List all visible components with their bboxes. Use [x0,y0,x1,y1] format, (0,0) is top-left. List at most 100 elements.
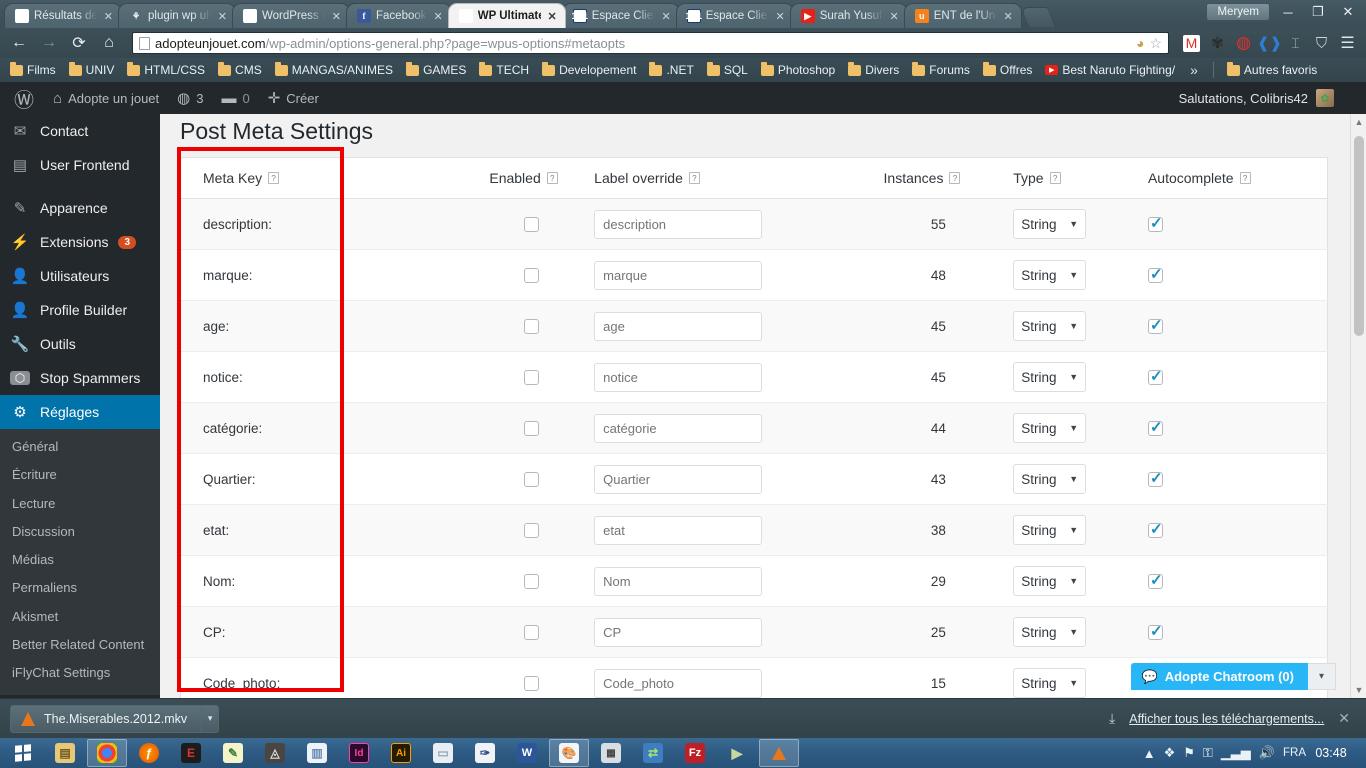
scrollbar-thumb[interactable] [1354,136,1364,336]
show-hidden-icons-icon[interactable]: ▲ [1143,746,1156,761]
gmail-icon[interactable]: M [1183,34,1200,52]
gear-icon[interactable]: ✾ [1209,35,1226,52]
help-icon[interactable]: ? [268,172,280,184]
sidebar-item-reglages[interactable]: ⚙ Réglages [0,395,160,429]
flag-icon[interactable]: ⚑ [1183,745,1195,761]
taskbar-item-assassins-creed[interactable]: ◬ [255,739,295,767]
sidebar-subitem-lecture[interactable]: Lecture [0,490,160,518]
type-select[interactable]: String ▼ [1013,668,1087,698]
close-icon[interactable]: ✕ [102,10,115,23]
close-icon[interactable]: ✕ [888,10,901,23]
taskbar-item-calculator[interactable]: ▦ [591,739,631,767]
download-name-button[interactable]: The.Miserables.2012.mkv [11,706,201,732]
label-override-input[interactable] [594,515,763,545]
bookmark-item[interactable]: .NET [643,61,699,79]
browser-tab[interactable]: Ⓦ WordPress › S ✕ [232,3,350,28]
close-icon[interactable]: ✕ [660,10,673,23]
browser-tab[interactable]: 1&1 Espace Client ✕ [561,3,680,28]
chat-collapse-button[interactable]: ▾ [1308,663,1336,690]
label-override-input[interactable] [594,260,763,290]
close-icon[interactable]: ✕ [1002,10,1015,23]
close-icon[interactable]: ✕ [432,10,445,23]
help-icon[interactable]: ? [688,172,700,184]
cursor-icon[interactable]: ⌶ [1287,35,1304,52]
label-override-input[interactable] [594,566,763,596]
bookmark-item[interactable]: ▶ Best Naruto Fighting/ [1039,61,1181,79]
shield-icon[interactable]: ⛉ [1313,35,1330,52]
bookmark-item[interactable]: MANGAS/ANIMES [269,61,399,79]
close-icon[interactable]: ✕ [546,10,559,23]
autocomplete-checkbox[interactable] [1147,571,1163,589]
sidebar-item-user-frontend[interactable]: ▤ User Frontend [0,148,160,182]
bookmark-item[interactable]: Developement [536,61,642,79]
sidebar-subitem-ecriture[interactable]: Écriture [0,461,160,489]
download-item[interactable]: The.Miserables.2012.mkv ▾ [10,704,220,733]
help-icon[interactable]: ? [1239,172,1251,184]
taskbar-item-vlc[interactable] [759,739,799,767]
close-icon[interactable]: ✕ [330,10,343,23]
network-error-icon[interactable]: ⚿ [1203,745,1213,761]
label-override-input[interactable] [594,617,763,647]
other-bookmarks-item[interactable]: Autres favoris [1221,61,1323,79]
enabled-checkbox[interactable] [524,216,540,232]
page-scrollbar[interactable]: ▲ ▼ [1350,114,1366,698]
browser-tab[interactable]: u ENT de l'Univ ✕ [903,3,1022,28]
forward-icon[interactable]: → [36,31,62,55]
type-select[interactable]: String ▼ [1013,413,1087,443]
reload-icon[interactable]: ⟳ [66,31,92,55]
bookmark-item[interactable]: Films [4,61,62,79]
type-select[interactable]: String ▼ [1013,362,1087,392]
sidebar-subitem-discussion[interactable]: Discussion [0,518,160,546]
sidebar-subitem-general[interactable]: Général [0,433,160,461]
enabled-checkbox[interactable] [524,624,540,640]
bookmarks-overflow-icon[interactable]: » [1182,62,1206,78]
autocomplete-checkbox[interactable] [1147,469,1163,487]
scroll-up-icon[interactable]: ▲ [1351,114,1366,130]
taskbar-item-wordpad[interactable]: ✑ [465,739,505,767]
autocomplete-checkbox[interactable] [1147,622,1163,640]
enabled-checkbox[interactable] [524,420,540,436]
sidebar-item-utilisateurs[interactable]: 👤 Utilisateurs [0,259,160,293]
bookmark-item[interactable]: Forums [906,61,976,79]
taskbar-item-firefox[interactable]: ƒ [129,739,169,767]
browser-tab[interactable]: ⚘ plugin wp ult ✕ [118,3,236,28]
autocomplete-checkbox[interactable] [1147,316,1163,334]
help-icon[interactable]: ? [949,172,961,184]
help-icon[interactable]: ? [546,172,558,184]
label-override-input[interactable] [594,668,763,698]
sidebar-item-stop-spammers[interactable]: ⬡ Stop Spammers [0,361,160,395]
bookmark-item[interactable]: UNIV [63,61,121,79]
close-icon[interactable]: ✕ [774,10,787,23]
close-window-icon[interactable]: ✕ [1334,2,1362,22]
address-bar[interactable]: adopteunjouet.com/wp-admin/options-gener… [132,32,1169,54]
comments-menu[interactable]: ▬ 0 [212,82,258,114]
taskbar-item-word[interactable]: W [507,739,547,767]
sidebar-item-apparence[interactable]: ✎ Apparence [0,191,160,225]
bookmark-item[interactable]: CMS [212,61,268,79]
scroll-down-icon[interactable]: ▼ [1351,682,1366,698]
type-select[interactable]: String ▼ [1013,260,1087,290]
taskbar-item-chrome[interactable] [87,739,127,767]
close-download-bar-icon[interactable]: ✕ [1338,710,1350,727]
bookmark-item[interactable]: Offres [977,61,1038,79]
enabled-checkbox[interactable] [524,675,540,691]
type-select[interactable]: String ▼ [1013,515,1087,545]
updates-menu[interactable]: ◍ 3 [168,82,212,114]
close-icon[interactable]: ✕ [216,10,229,23]
sidebar-subitem-better-related-content[interactable]: Better Related Content [0,631,160,659]
home-icon[interactable]: ⌂ [96,31,122,55]
label-override-input[interactable] [594,209,763,239]
browser-tab[interactable]: M Résultats de r ✕ [4,3,122,28]
bookmark-item[interactable]: TECH [473,61,535,79]
greeting-label[interactable]: Salutations, Colibris42 [1179,91,1308,106]
sidebar-item-extensions[interactable]: ⚡ Extensions 3 [0,225,160,259]
sidebar-subitem-medias[interactable]: Médias [0,546,160,574]
clock[interactable]: 03:48 [1314,746,1356,760]
sidebar-item-profile-builder[interactable]: 👤 Profile Builder [0,293,160,327]
bookmark-star-icon[interactable]: ☆ [1149,35,1162,52]
sidebar-item-outils[interactable]: 🔧 Outils [0,327,160,361]
autocomplete-checkbox[interactable] [1147,418,1163,436]
bookmark-item[interactable]: SQL [701,61,754,79]
download-menu-button[interactable]: ▾ [201,705,218,732]
taskbar-item-notepadpp[interactable]: ✎ [213,739,253,767]
